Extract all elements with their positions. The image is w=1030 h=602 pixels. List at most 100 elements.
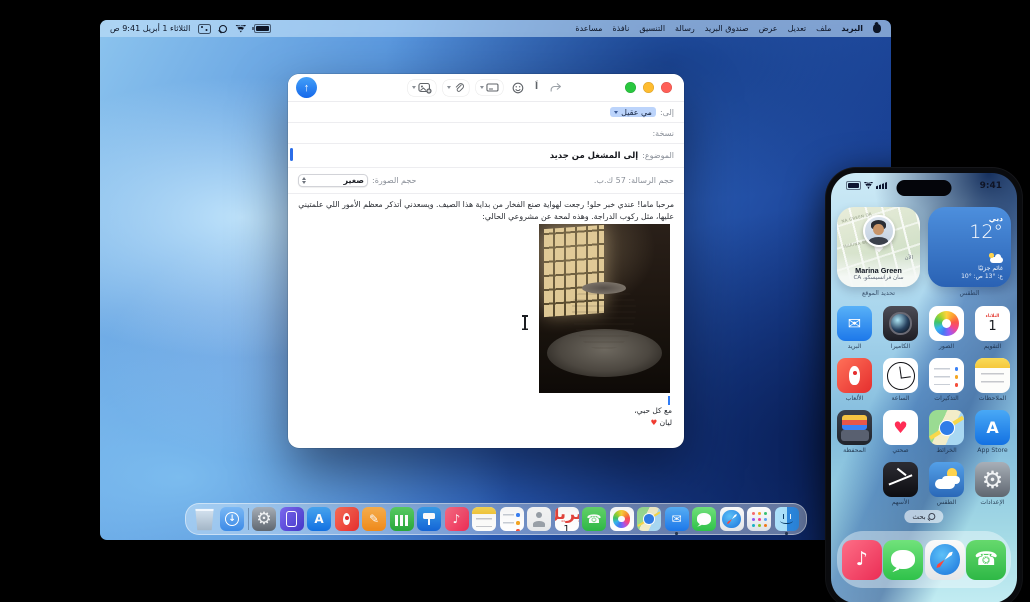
app-calendar[interactable]: الثلاثاء 1 التقويم xyxy=(975,306,1010,350)
downloads-folder[interactable]: ↓ xyxy=(220,507,244,531)
phone-dock-safari[interactable] xyxy=(925,540,965,580)
chevron-down-icon xyxy=(480,86,484,89)
control-center-icon[interactable] xyxy=(198,24,211,34)
app-stocks[interactable]: الأسهم xyxy=(883,462,918,506)
arabic-letter-format-icon: اَ xyxy=(535,83,538,92)
photos[interactable] xyxy=(610,507,634,531)
weather-condition: غائم جزئيًا xyxy=(936,265,1003,272)
phone-dock-music[interactable]: ♪ xyxy=(842,540,882,580)
share-button[interactable] xyxy=(547,80,564,95)
app-mail[interactable]: ✉ البريد xyxy=(837,306,872,350)
findmy-widget[interactable]: NA GREEN DR MARINA BLVD الآن Marina Gree… xyxy=(837,207,920,287)
phone-dock-phone[interactable]: ☎ xyxy=(966,540,1006,580)
app-reminders[interactable]: التذكيرات xyxy=(929,358,964,402)
memoji-avatar xyxy=(863,215,895,247)
keynote[interactable] xyxy=(417,507,441,531)
menu-mail[interactable]: البريد xyxy=(841,24,863,33)
app-clock[interactable]: الساعة xyxy=(883,358,918,402)
message-size-text: حجم الرسالة: 57 ك.ب. xyxy=(594,176,674,185)
app-settings[interactable]: ⚙ الإعدادات xyxy=(975,462,1010,506)
maps[interactable] xyxy=(637,507,661,531)
chevron-down-icon xyxy=(412,86,416,89)
system-settings[interactable]: ⚙ xyxy=(252,507,276,531)
search-icon xyxy=(929,513,936,520)
iphone-home-screen: 9:41 دبي 12° غائم جزئيًا ع: °13 ص: °10 N… xyxy=(831,173,1017,602)
app-appstore[interactable]: A App Store xyxy=(975,410,1010,454)
app-weather[interactable]: الطقس xyxy=(929,462,964,506)
message-body[interactable]: مرحبا ماما! عندي خبر حلو! رجعت لهواية صن… xyxy=(288,194,684,223)
app-menus: البريد ملف تعديل عرض صندوق البريد رسالة … xyxy=(575,24,881,33)
menu-bar-clock[interactable]: الثلاثاء 1 أبريل 9:41 ص xyxy=(110,24,190,33)
weather-widget[interactable]: دبي 12° غائم جزئيًا ع: °13 ص: °10 xyxy=(928,207,1011,287)
battery-icon[interactable] xyxy=(254,24,271,33)
findmy-place: Marina Green xyxy=(837,266,920,276)
finder[interactable] xyxy=(775,507,799,531)
app-photos[interactable]: الصور xyxy=(929,306,964,350)
findmy-city: سان فرانسيسكو، CA xyxy=(837,275,920,283)
music[interactable]: ♪ xyxy=(445,507,469,531)
trash[interactable] xyxy=(193,507,217,531)
zoom-window-button[interactable] xyxy=(625,82,636,93)
menu-mailbox[interactable]: صندوق البريد xyxy=(705,24,749,33)
numbers[interactable] xyxy=(390,507,414,531)
share-arrow-icon xyxy=(549,82,562,93)
app-store[interactable]: A xyxy=(307,507,331,531)
attach-file-button[interactable] xyxy=(443,80,469,96)
recipient-token[interactable]: مي عقيل xyxy=(610,107,656,117)
body-paragraph: مرحبا ماما! عندي خبر حلو! رجعت لهواية صن… xyxy=(298,199,674,223)
text-style-button[interactable]: اَ xyxy=(533,81,540,94)
apple-logo-icon[interactable] xyxy=(873,24,881,33)
image-size-select[interactable]: صغير xyxy=(298,174,368,187)
to-field[interactable]: إلى: مي عقيل xyxy=(288,102,684,123)
home-search-button[interactable]: بحث xyxy=(904,510,943,523)
app-health[interactable]: ♥ صحتي xyxy=(883,410,918,454)
app-wallet[interactable]: المحفظة xyxy=(837,410,872,454)
attached-pottery-photo[interactable] xyxy=(539,224,670,393)
send-button[interactable]: ↑ xyxy=(296,77,317,98)
stepper-icon xyxy=(302,177,306,185)
partly-cloudy-icon xyxy=(990,257,1003,264)
findmy-timestamp: الآن xyxy=(905,255,913,261)
spotlight-search-icon[interactable] xyxy=(219,25,227,33)
phone-dock-messages[interactable] xyxy=(883,540,923,580)
cc-field[interactable]: نسخة: xyxy=(288,123,684,144)
menu-edit[interactable]: تعديل xyxy=(788,24,807,33)
app-camera[interactable]: الكاميرا xyxy=(883,306,918,350)
messages[interactable] xyxy=(692,507,716,531)
wifi-icon[interactable] xyxy=(235,25,246,33)
subject-field[interactable]: الموضوع: إلى المشغل من جديد xyxy=(288,144,684,168)
menu-view[interactable]: عرض xyxy=(759,24,778,33)
games[interactable] xyxy=(335,507,359,531)
iphone-mirroring[interactable] xyxy=(280,507,304,531)
wifi-icon xyxy=(864,182,873,189)
smiley-icon xyxy=(512,82,524,94)
format-panel-button[interactable] xyxy=(476,80,503,95)
menu-format[interactable]: التنسيق xyxy=(639,24,665,33)
menu-file[interactable]: ملف xyxy=(816,24,831,33)
app-games[interactable]: الألعاب xyxy=(837,358,872,402)
calendar[interactable]: أبريل 1 xyxy=(555,507,579,531)
dynamic-island xyxy=(897,180,952,196)
minimize-window-button[interactable] xyxy=(643,82,654,93)
reminders[interactable] xyxy=(500,507,524,531)
app-maps[interactable]: الخرائط xyxy=(929,410,964,454)
insert-photo-button[interactable] xyxy=(408,80,436,96)
menu-message[interactable]: رسالة xyxy=(675,24,695,33)
menu-help[interactable]: مساعدة xyxy=(575,24,602,33)
notes[interactable] xyxy=(472,507,496,531)
emoji-button[interactable] xyxy=(510,80,526,96)
mac-dock: ↓ ⚙ xyxy=(185,503,807,535)
mail[interactable]: ✉ xyxy=(665,507,689,531)
menu-window[interactable]: نافذة xyxy=(612,24,629,33)
app-notes[interactable]: الملاحظات xyxy=(975,358,1010,402)
safari[interactable] xyxy=(720,507,744,531)
search-label: بحث xyxy=(912,513,925,521)
pages[interactable]: ✎ xyxy=(362,507,386,531)
phone[interactable]: ☎ xyxy=(582,507,606,531)
close-window-button[interactable] xyxy=(661,82,672,93)
findmy-widget-label: تحديد الموقع xyxy=(837,290,920,297)
iphone-status-icons xyxy=(846,181,887,190)
contacts[interactable] xyxy=(527,507,551,531)
launchpad[interactable] xyxy=(747,507,771,531)
text-field-icon xyxy=(486,82,499,93)
